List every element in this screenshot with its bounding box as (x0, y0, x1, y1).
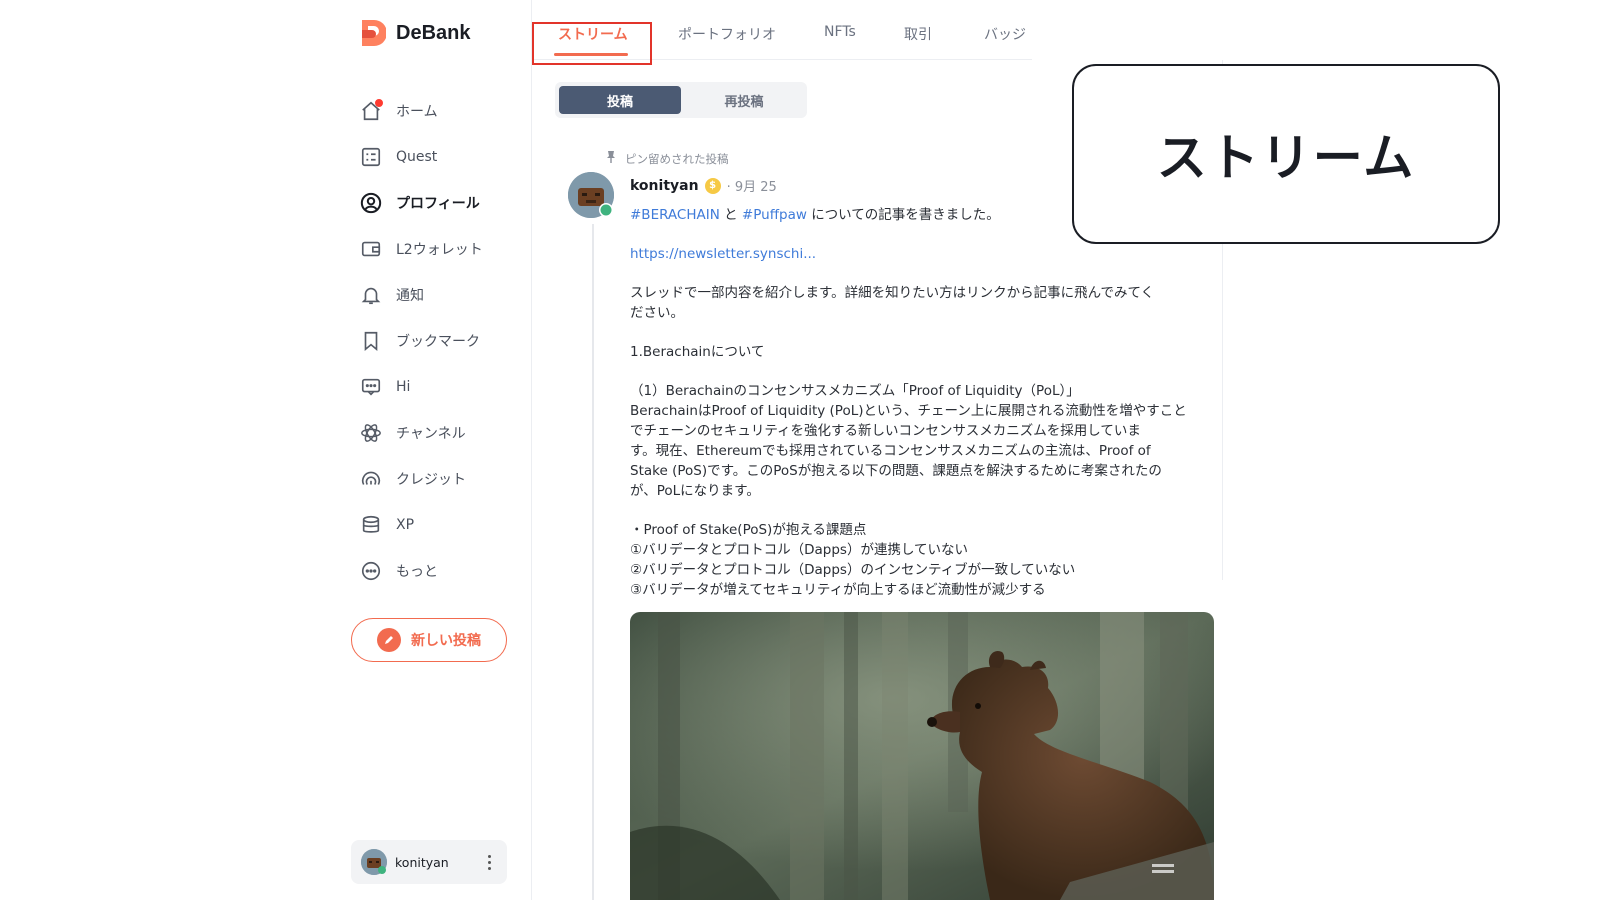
post-line: ②バリデータとプロトコル（Dapps）のインセンティブが一致していない (630, 562, 1076, 578)
sidebar-item-label: ホーム (396, 104, 438, 120)
post-line: Stake (PoS)です。このPoSが抱える以下の問題、課題点を解決するために… (630, 463, 1162, 479)
sidebar-item-label: もっと (396, 564, 438, 580)
new-post-button[interactable]: 新しい投稿 (351, 618, 507, 662)
sidebar-item-label: 通知 (396, 288, 424, 304)
atom-icon (360, 422, 382, 444)
post-line: （1）Berachainのコンセンサスメカニズム「Proof of Liquid… (630, 383, 1080, 399)
bookmark-icon (360, 330, 382, 352)
tab-portfolio[interactable]: ポートフォリオ (678, 24, 776, 44)
callout-text: ストリーム (1156, 129, 1416, 187)
debank-logo-icon (360, 18, 387, 48)
sidebar: DeBank ホーム Quest プロフィール L2ウォレット 通知 ブックマー… (348, 0, 532, 900)
sidebar-item-quest[interactable]: Quest (360, 134, 520, 180)
app-name: DeBank (396, 21, 471, 44)
sidebar-item-label: チャンネル (396, 426, 466, 442)
home-icon (360, 99, 383, 122)
account-card[interactable]: konityan (351, 840, 507, 884)
stream-callout: ストリーム (1072, 64, 1500, 244)
post-line: す。現在、Ethereumでも採用されているコンセンサスメカニズムの主流は、Pr… (630, 443, 1151, 459)
tab-trades[interactable]: 取引 (904, 24, 932, 44)
coin-badge-icon: $ (704, 177, 721, 194)
post-line: ださい。 (630, 305, 684, 321)
sidebar-nav: ホーム Quest プロフィール L2ウォレット 通知 ブックマーク Hi チャ… (360, 88, 520, 594)
author-name[interactable]: konityan (630, 178, 699, 194)
sidebar-item-channels[interactable]: チャンネル (360, 410, 520, 456)
hashtag-berachain[interactable]: #BERACHAIN (630, 207, 720, 223)
sidebar-item-label: クレジット (396, 472, 466, 488)
post-body: #BERACHAIN と #Puffpaw についての記事を書きました。 htt… (630, 205, 1210, 600)
tab-nfts[interactable]: NFTs (824, 24, 856, 40)
post-line: が、PoLになります。 (630, 483, 760, 499)
pinned-indicator: ピン留めされた投稿 (605, 150, 729, 167)
post-type-toggle: 投稿 再投稿 (555, 82, 807, 118)
account-name: konityan (395, 854, 449, 870)
post-line: BerachainはProof of Liquidity (PoL)という、チェ… (630, 403, 1187, 419)
profile-icon (360, 192, 382, 214)
sidebar-item-more[interactable]: もっと (360, 548, 520, 594)
sidebar-item-home[interactable]: ホーム (360, 88, 520, 134)
database-icon (360, 514, 382, 536)
kebab-menu-icon[interactable] (481, 850, 497, 874)
sidebar-item-label: L2ウォレット (396, 242, 483, 258)
chat-icon (360, 376, 382, 398)
post-image-bear[interactable] (630, 612, 1214, 900)
article-link[interactable]: https://newsletter.synschi... (630, 246, 816, 262)
sidebar-item-bookmarks[interactable]: ブックマーク (360, 318, 520, 364)
sidebar-item-label: Hi (396, 379, 411, 395)
sidebar-item-xp[interactable]: XP (360, 502, 520, 548)
more-icon (360, 560, 382, 582)
wallet-icon (360, 238, 382, 260)
posts-toggle[interactable]: 投稿 (559, 86, 681, 114)
post-header: konityan $ · 9月 25 (630, 176, 777, 195)
debank-logo[interactable]: DeBank (360, 18, 470, 48)
post-date: · 9月 25 (726, 180, 777, 195)
post-line: ・Proof of Stake(PoS)が抱える課題点 (630, 522, 867, 538)
intro-and: と (724, 207, 738, 223)
post-line: スレッドで一部内容を紹介します。詳細を知りたい方はリンクから記事に飛んでみてく (630, 285, 1155, 301)
gauge-icon (360, 468, 382, 490)
pin-icon (605, 150, 617, 167)
hashtag-puffpaw[interactable]: #Puffpaw (742, 207, 807, 223)
sidebar-item-label: Quest (396, 149, 438, 165)
author-avatar[interactable] (568, 172, 614, 218)
post-line: ①バリデータとプロトコル（Dapps）が連携していない (630, 542, 969, 558)
sidebar-item-profile[interactable]: プロフィール (360, 180, 520, 226)
pinned-label: ピン留めされた投稿 (625, 151, 729, 166)
sidebar-item-hi[interactable]: Hi (360, 364, 520, 410)
new-post-label: 新しい投稿 (411, 633, 481, 649)
post-line: でチェーンのセキュリティを強化する新しいコンセンサスメカニズムを採用していま (630, 423, 1141, 439)
sidebar-item-notifications[interactable]: 通知 (360, 272, 520, 318)
sidebar-item-label: XP (396, 517, 415, 533)
sidebar-item-label: ブックマーク (396, 334, 480, 350)
avatar (361, 849, 387, 875)
intro-rest: についての記事を書きました。 (811, 207, 1000, 223)
tab-badges[interactable]: バッジ (984, 24, 1026, 44)
notification-dot (375, 99, 383, 107)
thread-line (592, 224, 594, 900)
post-line: 1.Berachainについて (630, 344, 765, 360)
pen-icon (377, 628, 401, 652)
tab-highlight-box (532, 22, 652, 65)
quest-icon (360, 146, 382, 168)
sidebar-item-credit[interactable]: クレジット (360, 456, 520, 502)
sidebar-item-label: プロフィール (396, 196, 480, 212)
bell-icon (360, 284, 382, 306)
reposts-toggle[interactable]: 再投稿 (685, 86, 803, 114)
post-link-row: https://newsletter.synschi... (630, 244, 1210, 264)
post-line: ③バリデータが増えてセキュリティが向上するほど流動性が減少する (630, 582, 1046, 598)
sidebar-item-l2-wallet[interactable]: L2ウォレット (360, 226, 520, 272)
